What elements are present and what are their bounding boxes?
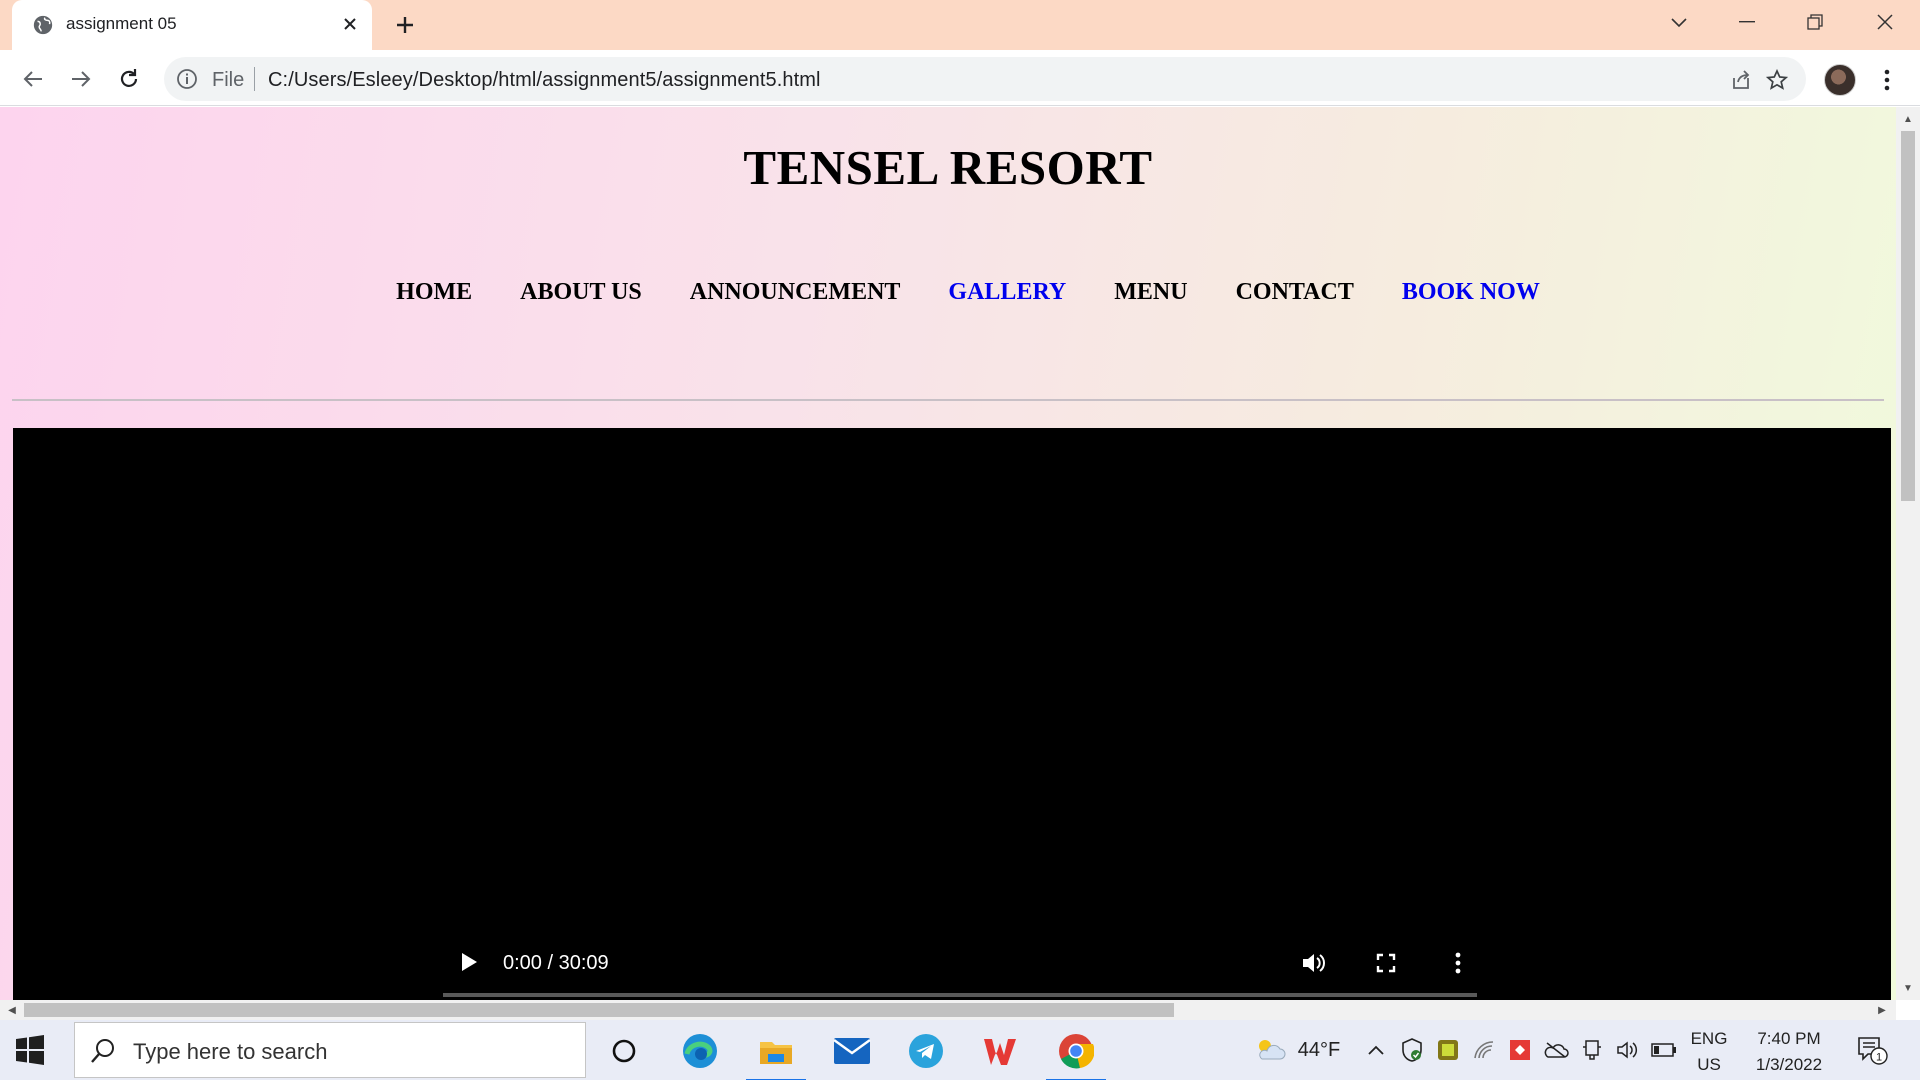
notification-count: 1 (1876, 1052, 1882, 1064)
profile-avatar[interactable] (1824, 64, 1856, 96)
taskbar-search-box[interactable]: Type here to search (74, 1022, 586, 1078)
fullscreen-icon[interactable] (1371, 948, 1401, 978)
forward-icon[interactable] (64, 62, 98, 96)
speaker-icon[interactable] (1614, 1036, 1642, 1064)
clock-date: 1/3/2022 (1755, 1055, 1823, 1074)
horizontal-scroll-thumb[interactable] (24, 1003, 1174, 1017)
mail-icon[interactable] (822, 1026, 882, 1076)
video-options-icon[interactable] (1443, 948, 1473, 978)
system-clock[interactable]: 7:40 PM 1/3/2022 (1744, 1026, 1834, 1078)
horizontal-rule (12, 399, 1884, 401)
search-icon (91, 1039, 114, 1063)
chrome-icon[interactable] (1046, 1026, 1106, 1080)
site-title: TENSEL RESORT (743, 140, 1153, 195)
minimize-icon[interactable] (1716, 0, 1778, 44)
vertical-scroll-thumb[interactable] (1901, 131, 1915, 501)
nav-gallery[interactable]: GALLERY (948, 279, 1066, 306)
notification-center-icon[interactable]: 1 (1852, 1036, 1892, 1065)
close-window-icon[interactable] (1854, 0, 1916, 44)
weather-temp[interactable]: 44°F (1294, 1036, 1344, 1064)
nav-contact[interactable]: CONTACT (1236, 279, 1354, 306)
video-progress-bar[interactable] (443, 993, 1477, 997)
nav-book-now[interactable]: BOOK NOW (1402, 279, 1540, 306)
device-icon[interactable] (1578, 1036, 1606, 1064)
taskbar: Type here to search 44°F ENG US 7:40 PM … (0, 1020, 1920, 1080)
input-language[interactable]: ENG US (1684, 1026, 1734, 1078)
info-icon[interactable] (176, 68, 198, 90)
share-icon[interactable] (1728, 67, 1754, 93)
browser-toolbar: File C:/Users/Esleey/Desktop/html/assign… (0, 52, 1920, 106)
nav-announcement[interactable]: ANNOUNCEMENT (690, 279, 901, 306)
edge-icon[interactable] (670, 1026, 730, 1076)
antivirus-icon[interactable] (1506, 1036, 1534, 1064)
nav-about-us[interactable]: ABOUT US (520, 279, 642, 306)
page-content: TENSEL RESORT HOME ABOUT US ANNOUNCEMENT… (0, 107, 1896, 1000)
new-tab-icon[interactable] (390, 10, 420, 40)
wifi-icon[interactable] (1470, 1036, 1498, 1064)
language-code: ENG (1690, 1029, 1728, 1048)
close-tab-icon[interactable] (336, 10, 364, 38)
bookmark-star-icon[interactable] (1764, 67, 1790, 93)
battery-icon[interactable] (1650, 1036, 1678, 1064)
onedrive-offline-icon[interactable] (1542, 1036, 1570, 1064)
restore-icon[interactable] (1784, 0, 1846, 44)
back-icon[interactable] (16, 62, 50, 96)
video-player[interactable]: 0:00 / 30:09 (13, 428, 1891, 1000)
scheme-label: File (212, 69, 245, 91)
region-code: US (1697, 1055, 1721, 1074)
wps-office-icon[interactable] (970, 1026, 1030, 1076)
address-bar[interactable]: File C:/Users/Esleey/Desktop/html/assign… (164, 57, 1806, 101)
tab-title: assignment 05 (66, 14, 177, 33)
scroll-right-icon[interactable]: ▶ (1872, 1000, 1892, 1020)
url-text[interactable]: C:/Users/Esleey/Desktop/html/assignment5… (268, 69, 821, 92)
weather-icon[interactable] (1252, 1036, 1288, 1064)
video-controls: 0:00 / 30:09 (443, 940, 1477, 984)
app-tray-icon[interactable] (1434, 1036, 1462, 1064)
browser-tab[interactable]: assignment 05 (12, 0, 372, 52)
video-time: 0:00 / 30:09 (503, 952, 609, 974)
horizontal-scrollbar[interactable]: ◀ ▶ (0, 1000, 1896, 1020)
volume-icon[interactable] (1299, 948, 1329, 978)
scroll-left-icon[interactable]: ◀ (2, 1000, 22, 1020)
reload-icon[interactable] (112, 62, 146, 96)
telegram-icon[interactable] (896, 1026, 956, 1076)
vertical-scrollbar[interactable]: ▲ ▼ (1896, 107, 1920, 1000)
scroll-up-icon[interactable]: ▲ (1898, 109, 1918, 129)
globe-icon (33, 15, 53, 35)
cortana-icon[interactable] (594, 1026, 654, 1076)
tab-search-chevron-icon[interactable] (1648, 0, 1710, 44)
browser-menu-icon[interactable] (1872, 64, 1902, 96)
search-placeholder: Type here to search (133, 1039, 328, 1064)
tab-strip: assignment 05 (0, 0, 1920, 52)
show-hidden-icons-chevron-icon[interactable] (1364, 1036, 1388, 1064)
security-shield-icon[interactable] (1398, 1036, 1426, 1064)
play-icon[interactable] (455, 948, 483, 976)
nav-menu[interactable]: MENU (1114, 279, 1187, 306)
nav-home[interactable]: HOME (396, 279, 472, 306)
windows-start-icon[interactable] (14, 1034, 46, 1066)
omnibox-divider (254, 67, 255, 91)
clock-time: 7:40 PM (1757, 1029, 1821, 1048)
file-explorer-icon[interactable] (746, 1026, 806, 1080)
site-nav: HOME ABOUT US ANNOUNCEMENT GALLERY MENU … (0, 279, 1896, 306)
scroll-down-icon[interactable]: ▼ (1898, 978, 1918, 998)
